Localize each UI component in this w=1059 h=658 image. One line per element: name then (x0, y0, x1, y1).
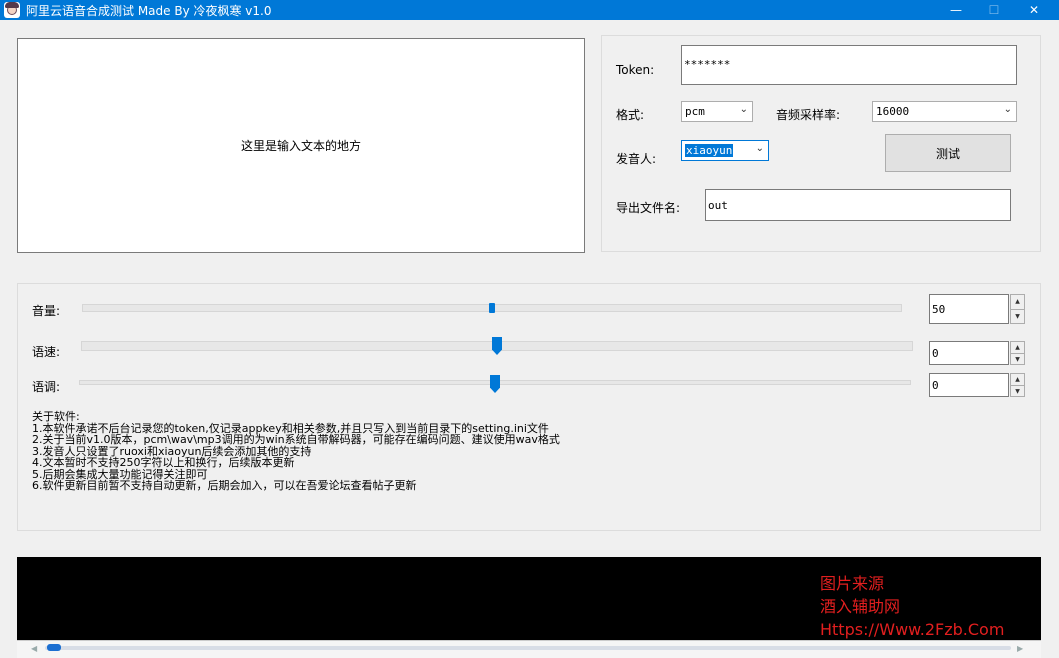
volume-input[interactable]: 50 (929, 294, 1009, 324)
about-section: 关于软件: 1.本软件承诺不后台记录您的token,仅记录appkey和相关参数… (32, 411, 560, 492)
voice-label: 发音人: (616, 152, 657, 166)
format-select-value: pcm (685, 105, 705, 118)
minimize-button[interactable]: — (938, 0, 974, 20)
token-input[interactable]: ******* (681, 45, 1017, 85)
app-avatar-icon (4, 2, 20, 18)
speed-spinner[interactable]: ▲ ▼ (1010, 341, 1025, 365)
seek-thumb[interactable] (47, 644, 61, 651)
watermark-line: 图片来源 (820, 574, 885, 593)
sample-rate-value: 16000 (876, 105, 910, 118)
about-line: 6.软件更新目前暂不支持自动更新，后期会加入，可以在吾爱论坛查看帖子更新 (32, 479, 417, 492)
maximize-button[interactable]: ☐ (976, 0, 1012, 20)
sample-rate-select[interactable]: 16000 ⌄ (872, 101, 1017, 122)
seek-bar[interactable]: ◀ ▶ (17, 640, 1041, 658)
voice-select[interactable]: xiaoyun ⌄ (681, 140, 769, 161)
speed-input[interactable]: 0 (929, 341, 1009, 365)
text-input-placeholder: 这里是输入文本的地方 (240, 139, 361, 153)
pitch-spinner[interactable]: ▲ ▼ (1010, 373, 1025, 397)
output-filename-label: 导出文件名: (616, 201, 681, 215)
seek-right-icon[interactable]: ▶ (1017, 644, 1023, 653)
about-line: 4.文本暂时不支持250字符以上和换行，后续版本更新 (32, 456, 295, 469)
watermark-line: 酒入辅助网 (820, 597, 901, 616)
watermark-url: Https://Www.2Fzb.Com (820, 620, 1005, 639)
spin-down-icon[interactable]: ▼ (1011, 353, 1024, 364)
pitch-input[interactable]: 0 (929, 373, 1009, 397)
volume-label: 音量: (32, 304, 61, 318)
spin-down-icon[interactable]: ▼ (1011, 385, 1024, 396)
token-label: Token: (616, 63, 655, 77)
spin-up-icon[interactable]: ▲ (1011, 374, 1024, 385)
chevron-down-icon: ⌄ (739, 104, 748, 115)
sample-rate-label: 音频采样率: (776, 108, 841, 122)
format-label: 格式: (616, 108, 645, 122)
volume-spinner[interactable]: ▲ ▼ (1010, 294, 1025, 324)
spin-up-icon[interactable]: ▲ (1011, 295, 1024, 309)
about-title: 关于软件: (32, 410, 80, 423)
seek-left-icon[interactable]: ◀ (31, 644, 37, 653)
volume-slider-thumb[interactable] (489, 303, 495, 313)
spin-down-icon[interactable]: ▼ (1011, 309, 1024, 323)
watermark: 图片来源 酒入辅助网 Https://Www.2Fzb.Com (820, 572, 1004, 641)
title-bar: 阿里云语音合成测试 Made By 冷夜枫寒 v1.0 — ☐ ✕ (0, 0, 1059, 20)
pitch-label: 语调: (32, 380, 61, 394)
seek-track[interactable] (45, 646, 1011, 650)
speed-label: 语速: (32, 345, 61, 359)
window-title: 阿里云语音合成测试 Made By 冷夜枫寒 v1.0 (26, 4, 272, 18)
chevron-down-icon: ⌄ (1003, 104, 1012, 115)
close-button[interactable]: ✕ (1016, 0, 1052, 20)
output-filename-input[interactable]: out (705, 189, 1011, 221)
about-line: 2.关于当前v1.0版本，pcm\wav\mp3调用的为win系统自带解码器，可… (32, 433, 560, 446)
chevron-down-icon: ⌄ (755, 143, 764, 154)
spin-up-icon[interactable]: ▲ (1011, 342, 1024, 353)
voice-select-value: xiaoyun (685, 144, 734, 157)
parameters-panel (17, 283, 1041, 531)
format-select[interactable]: pcm ⌄ (681, 101, 753, 122)
test-button[interactable]: 测试 (885, 134, 1011, 172)
text-input-area[interactable]: 这里是输入文本的地方 (17, 38, 585, 253)
